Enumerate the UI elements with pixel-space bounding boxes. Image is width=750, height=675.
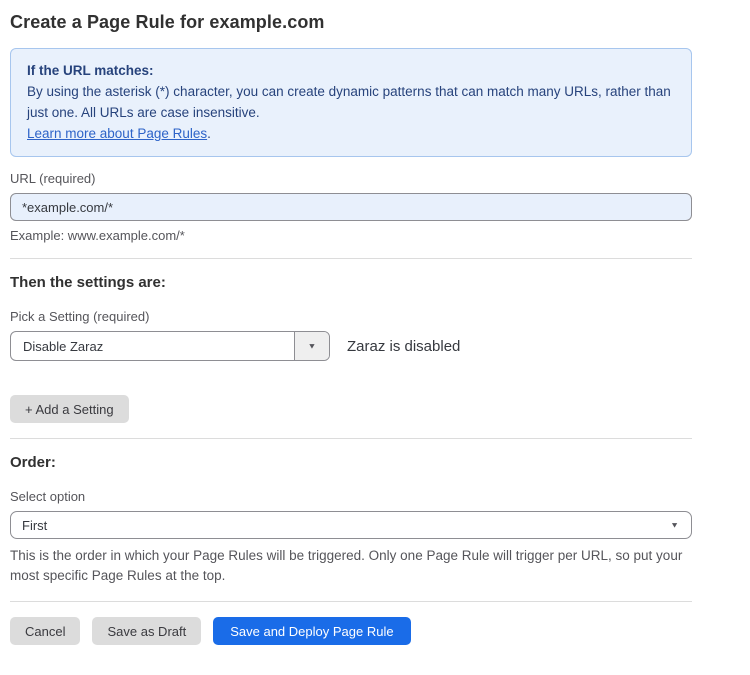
info-box-body: By using the asterisk (*) character, you… bbox=[27, 81, 675, 123]
url-input[interactable] bbox=[10, 193, 692, 221]
page-title: Create a Page Rule for example.com bbox=[10, 12, 692, 33]
link-suffix: . bbox=[207, 126, 211, 141]
order-section-heading: Order: bbox=[10, 454, 692, 471]
setting-select-value: Disable Zaraz bbox=[11, 332, 294, 360]
url-match-info-box: If the URL matches: By using the asteris… bbox=[10, 48, 692, 157]
order-select-label: Select option bbox=[10, 489, 692, 504]
pick-setting-label: Pick a Setting (required) bbox=[10, 309, 692, 324]
info-box-link-line: Learn more about Page Rules. bbox=[27, 123, 675, 144]
section-divider bbox=[10, 438, 692, 439]
chevron-down-icon: ▼ bbox=[670, 521, 679, 529]
url-label: URL (required) bbox=[10, 171, 692, 186]
info-box-heading: If the URL matches: bbox=[27, 60, 675, 81]
form-actions: Cancel Save as Draft Save and Deploy Pag… bbox=[10, 617, 692, 675]
url-example-text: Example: www.example.com/* bbox=[10, 228, 692, 243]
order-select-value: First bbox=[22, 518, 47, 533]
add-setting-button[interactable]: + Add a Setting bbox=[10, 395, 129, 423]
setting-status-text: Zaraz is disabled bbox=[347, 338, 460, 355]
settings-section-heading: Then the settings are: bbox=[10, 274, 692, 291]
setting-select-arrow-button[interactable]: ▼ bbox=[294, 332, 329, 360]
cancel-button[interactable]: Cancel bbox=[10, 617, 80, 645]
order-select[interactable]: First ▼ bbox=[10, 511, 692, 539]
save-draft-button[interactable]: Save as Draft bbox=[92, 617, 201, 645]
section-divider bbox=[10, 258, 692, 259]
learn-more-link[interactable]: Learn more about Page Rules bbox=[27, 126, 207, 141]
create-page-rule-form: Create a Page Rule for example.com If th… bbox=[0, 0, 692, 675]
setting-select[interactable]: Disable Zaraz ▼ bbox=[10, 331, 330, 361]
order-help-text: This is the order in which your Page Rul… bbox=[10, 546, 692, 586]
save-deploy-button[interactable]: Save and Deploy Page Rule bbox=[213, 617, 410, 645]
chevron-down-icon: ▼ bbox=[308, 342, 317, 350]
section-divider bbox=[10, 601, 692, 602]
setting-select-row: Disable Zaraz ▼ Zaraz is disabled bbox=[10, 331, 692, 361]
